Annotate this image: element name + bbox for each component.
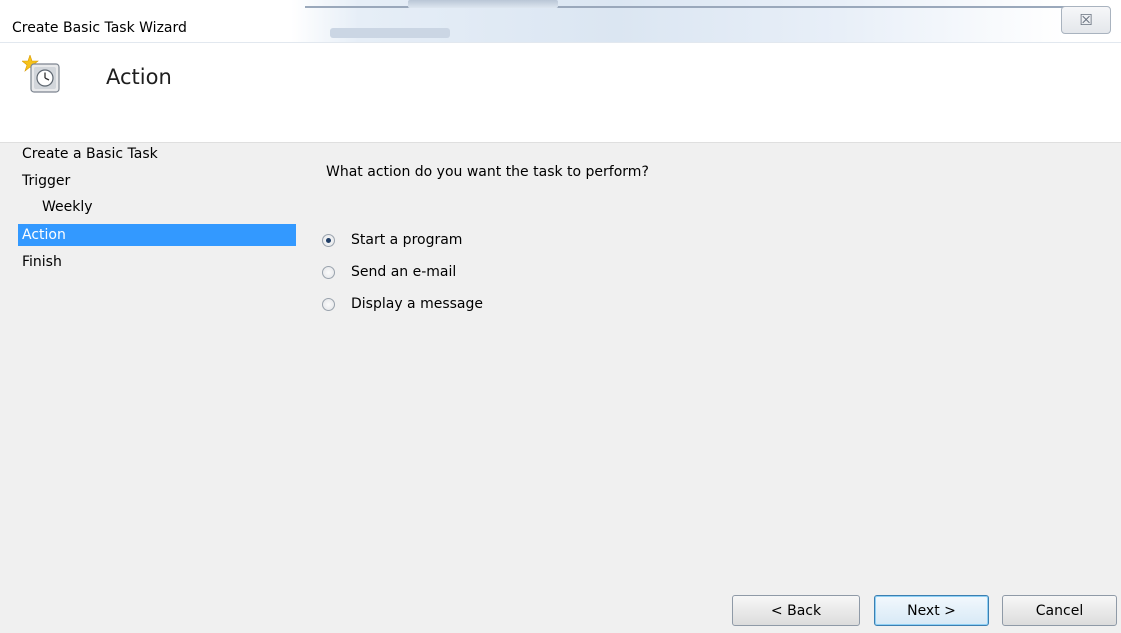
background-window-fragment (408, 0, 558, 8)
task-scheduler-clock-icon (22, 55, 60, 93)
radio-send-email[interactable] (322, 265, 335, 279)
nav-step-finish[interactable]: Finish (18, 251, 296, 273)
action-question: What action do you want the task to perf… (326, 164, 649, 180)
page-title: Action (106, 65, 172, 89)
radio-start-program[interactable] (322, 233, 335, 247)
close-icon: ☒ (1079, 11, 1093, 29)
close-button[interactable]: ☒ (1061, 6, 1111, 34)
title-bar: Create Basic Task Wizard ☒ (0, 0, 1121, 43)
nav-step-trigger[interactable]: Trigger (18, 170, 296, 192)
wizard-window: Create Basic Task Wizard ☒ Action Create… (0, 0, 1121, 633)
nav-step-action[interactable]: Action (18, 224, 296, 246)
option-label: Display a message (351, 296, 484, 312)
option-display-message[interactable]: Display a message (322, 294, 483, 314)
option-send-email[interactable]: Send an e-mail (322, 262, 456, 282)
cancel-button[interactable]: Cancel (1002, 595, 1117, 626)
background-window-fragment (330, 28, 450, 38)
option-label: Send an e-mail (351, 264, 457, 280)
back-button[interactable]: < Back (732, 595, 860, 626)
radio-display-message[interactable] (322, 297, 335, 311)
nav-step-weekly[interactable]: Weekly (38, 196, 296, 218)
window-title: Create Basic Task Wizard (12, 20, 187, 36)
wizard-step-nav: Create a Basic Task Trigger Weekly Actio… (0, 143, 300, 633)
next-button[interactable]: Next > (874, 595, 989, 626)
option-label: Start a program (351, 232, 463, 248)
nav-step-create-basic-task[interactable]: Create a Basic Task (18, 143, 296, 165)
wizard-header: Action (0, 43, 1121, 143)
option-start-program[interactable]: Start a program (322, 230, 462, 250)
